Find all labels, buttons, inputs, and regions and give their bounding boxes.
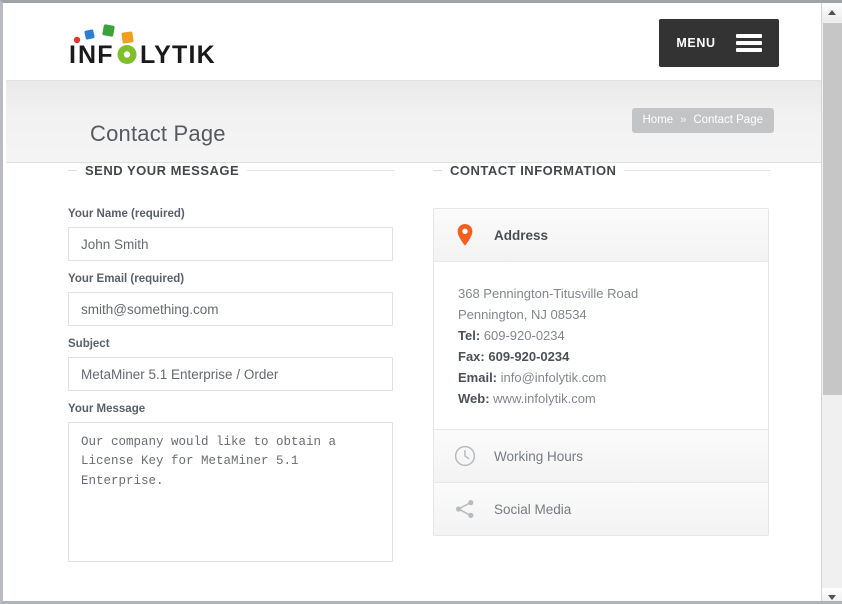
breadcrumb-current: Contact Page	[693, 114, 763, 126]
your-message-label: Your Message	[68, 403, 146, 415]
address-line-fax: Fax: 609-920-0234	[458, 346, 750, 367]
subject-input[interactable]	[68, 357, 393, 391]
scroll-up-button[interactable]	[822, 3, 842, 22]
email-label: Email:	[458, 370, 498, 386]
web-label: Web:	[458, 391, 490, 407]
scrollbar-thumb[interactable]	[823, 23, 842, 395]
svg-text:NF: NF	[78, 41, 114, 68]
your-name-label: Your Name (required)	[68, 208, 185, 220]
share-icon	[452, 498, 478, 520]
chevron-down-icon	[828, 595, 836, 600]
your-email-label: Your Email (required)	[68, 273, 185, 285]
send-message-column: SEND YOUR MESSAGE Your Name (required) Y…	[68, 163, 395, 579]
address-line-city: Pennington, NJ 08534	[458, 304, 750, 325]
chevron-up-icon	[828, 10, 836, 15]
infolytik-logo[interactable]: I NF LYTIK	[69, 20, 249, 68]
address-line-web: Web: www.infolytik.com	[458, 388, 750, 409]
accordion-title-address: Address	[494, 227, 549, 243]
menu-button-label: MENU	[676, 36, 716, 50]
address-line-email: Email: info@infolytik.com	[458, 367, 750, 388]
contact-information-heading: CONTACT INFORMATION	[433, 163, 771, 178]
hamburger-icon	[735, 34, 762, 52]
field-your-name: Your Name (required)	[68, 208, 395, 261]
tel-value: 609-920-0234	[483, 328, 565, 344]
page-banner: Contact Page Home » Contact Page	[6, 81, 824, 163]
clock-icon	[452, 445, 478, 467]
accordion-title-social-media: Social Media	[494, 501, 572, 517]
accordion-title-working-hours: Working Hours	[494, 448, 584, 464]
your-name-input[interactable]	[68, 227, 393, 261]
heading-rule-left	[433, 170, 442, 171]
contact-accordion: Address 368 Pennington-Titusville Road P…	[433, 208, 769, 537]
site-header: I NF LYTIK MENU	[6, 6, 824, 81]
page-viewport: I NF LYTIK MENU Contact Page Home » Cont…	[6, 6, 824, 601]
svg-text:LYTIK: LYTIK	[140, 41, 216, 68]
accordion-header-working-hours[interactable]: Working Hours	[434, 430, 768, 484]
address-line-tel: Tel: 609-920-0234	[458, 325, 750, 346]
scroll-down-button[interactable]	[822, 588, 842, 601]
breadcrumb: Home » Contact Page	[631, 108, 774, 133]
logo-graphic: I NF LYTIK	[69, 24, 216, 68]
page-title: Contact Page	[90, 120, 226, 146]
breadcrumb-separator: »	[680, 114, 687, 126]
menu-button[interactable]: MENU	[659, 19, 779, 67]
heading-rule-right	[624, 170, 771, 171]
web-value[interactable]: www.infolytik.com	[493, 391, 596, 406]
heading-rule-left	[68, 170, 77, 171]
breadcrumb-home-link[interactable]: Home	[643, 114, 674, 126]
contact-information-heading-text: CONTACT INFORMATION	[450, 163, 617, 178]
address-street-text: 368 Pennington-Titusville Road	[458, 286, 639, 301]
send-message-heading: SEND YOUR MESSAGE	[68, 163, 395, 178]
accordion-body-address: 368 Pennington-Titusville Road Penningto…	[434, 262, 768, 431]
heading-rule-right	[247, 170, 395, 171]
contact-information-column: CONTACT INFORMATION Address 368 Penningt…	[433, 163, 771, 537]
vertical-scrollbar[interactable]	[821, 3, 842, 601]
send-message-heading-text: SEND YOUR MESSAGE	[85, 163, 240, 178]
accordion-header-address[interactable]: Address	[434, 209, 768, 262]
your-email-input[interactable]	[68, 292, 393, 326]
address-city-text: Pennington, NJ 08534	[458, 307, 587, 323]
field-subject: Subject	[68, 338, 395, 391]
fax-label: Fax:	[458, 349, 485, 365]
browser-frame: I NF LYTIK MENU Contact Page Home » Cont…	[0, 0, 842, 604]
subject-label: Subject	[68, 338, 110, 350]
address-line-street: 368 Pennington-Titusville Road	[458, 283, 750, 304]
fax-value: 609-920-0234	[488, 349, 570, 365]
map-pin-icon	[452, 224, 478, 246]
tel-label: Tel:	[458, 328, 481, 344]
your-message-textarea[interactable]	[68, 422, 393, 562]
accordion-header-social-media[interactable]: Social Media	[434, 483, 768, 536]
field-your-email: Your Email (required)	[68, 273, 395, 326]
page-content: SEND YOUR MESSAGE Your Name (required) Y…	[6, 163, 824, 601]
svg-text:I: I	[69, 41, 77, 68]
email-value[interactable]: info@infolytik.com	[501, 370, 607, 385]
field-your-message: Your Message	[68, 403, 395, 567]
